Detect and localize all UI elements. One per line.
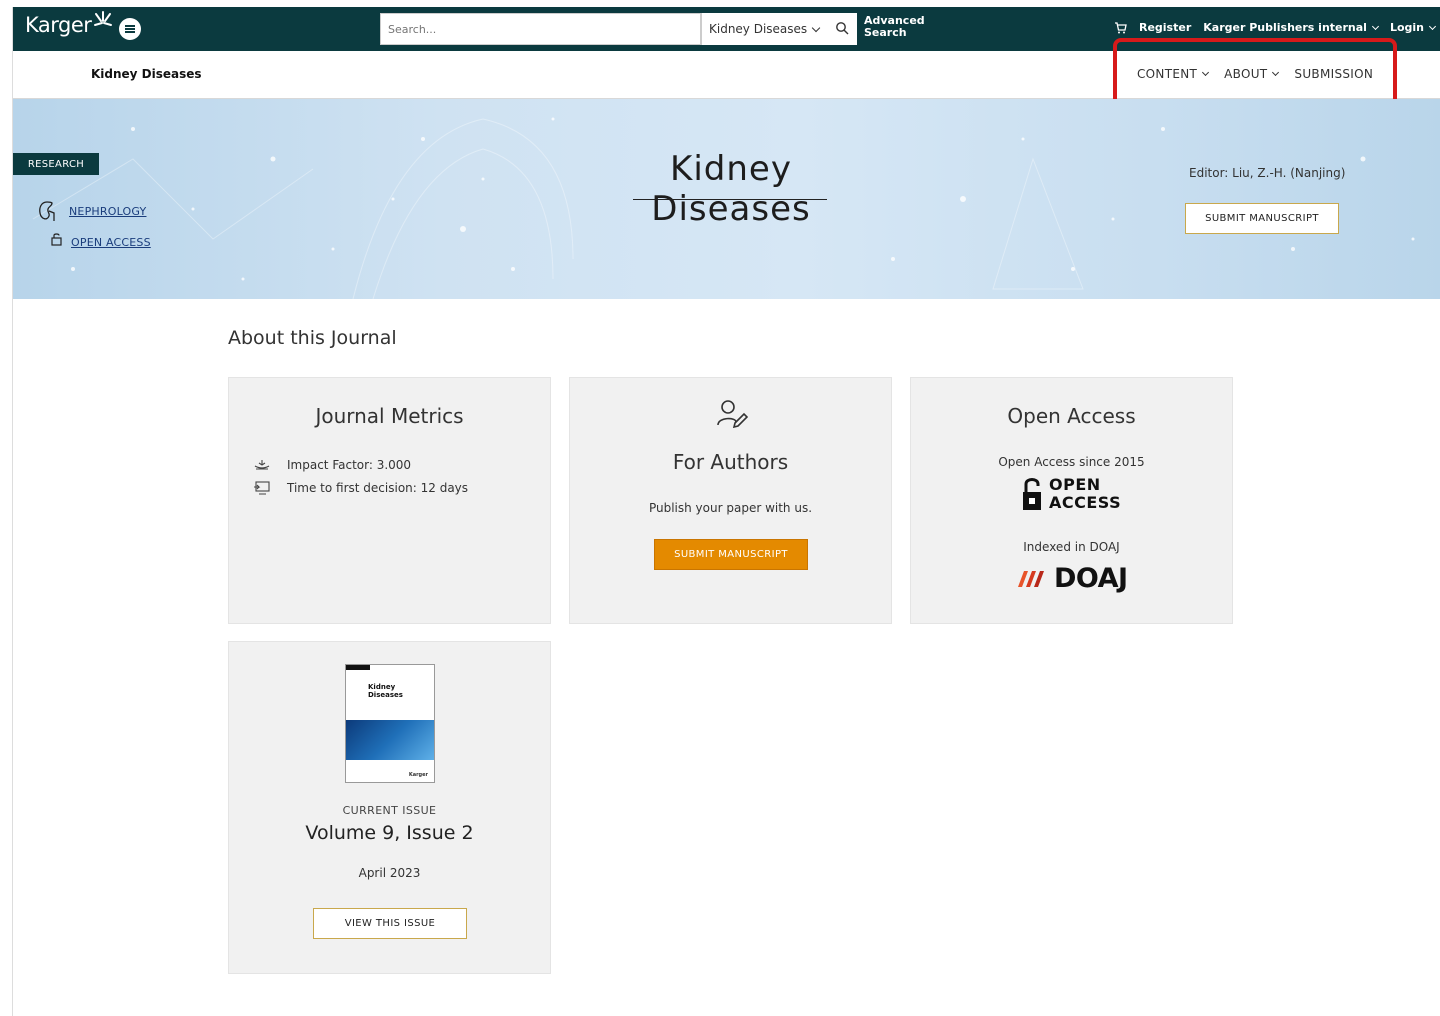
research-tag: RESEARCH bbox=[13, 153, 99, 175]
oa-logo-line1: OPEN bbox=[1049, 475, 1101, 494]
org-menu[interactable]: Karger Publishers internal bbox=[1203, 21, 1379, 34]
chevron-down-icon bbox=[1428, 22, 1437, 30]
open-access-title: Open Access bbox=[1007, 404, 1136, 428]
nav-content[interactable]: CONTENT bbox=[1137, 67, 1210, 81]
indexed-in-doaj: Indexed in DOAJ bbox=[1023, 540, 1120, 554]
open-access-card: Open Access Open Access since 2015 OPEN … bbox=[910, 377, 1233, 624]
advanced-search-line2: Search bbox=[864, 26, 907, 39]
doaj-text: DOAJ bbox=[1054, 563, 1128, 594]
for-authors-title: For Authors bbox=[672, 450, 789, 474]
search-scope-select[interactable]: Kidney Diseases bbox=[701, 13, 857, 45]
journal-metrics-title: Journal Metrics bbox=[315, 404, 464, 428]
org-label: Karger Publishers internal bbox=[1203, 21, 1367, 34]
hero-submit-manuscript-button[interactable]: SUBMIT MANUSCRIPT bbox=[1185, 203, 1339, 234]
current-issue-volume: Volume 9, Issue 2 bbox=[305, 822, 474, 844]
open-access-since: Open Access since 2015 bbox=[998, 455, 1145, 469]
nav-submission-label: SUBMISSION bbox=[1294, 67, 1374, 81]
chevron-down-icon bbox=[1371, 22, 1379, 30]
hero-title-underline bbox=[633, 199, 827, 200]
time-to-decision-row: Time to first decision: 12 days bbox=[253, 481, 468, 495]
open-lock-icon bbox=[1023, 478, 1041, 510]
kidney-icon bbox=[39, 201, 55, 221]
nephrology-link[interactable]: NEPHROLOGY bbox=[69, 205, 146, 218]
current-issue-label: CURRENT ISSUE bbox=[342, 804, 437, 817]
chevron-down-icon bbox=[1272, 68, 1280, 77]
cover-brand: Karger bbox=[408, 772, 428, 778]
open-access-logo: OPEN ACCESS bbox=[1021, 476, 1121, 512]
journal-name[interactable]: Kidney Diseases bbox=[91, 67, 202, 81]
for-authors-text: Publish your paper with us. bbox=[648, 501, 813, 515]
current-issue-card: Kidney Diseases Karger CURRENT ISSUE Vol… bbox=[228, 641, 551, 974]
search-scope-label: Kidney Diseases bbox=[709, 22, 808, 36]
page: Karger Kidney Diseases Advanced Search bbox=[12, 7, 1440, 1016]
cover-title-line1: Kidney bbox=[368, 683, 396, 691]
hamburger-icon bbox=[125, 25, 135, 33]
open-access-link[interactable]: OPEN ACCESS bbox=[71, 236, 151, 249]
register-link[interactable]: Register bbox=[1139, 21, 1191, 34]
section-title: About this Journal bbox=[228, 327, 397, 349]
unlock-icon bbox=[51, 233, 62, 246]
decision-time-icon bbox=[254, 481, 270, 495]
karger-logo-mark-icon bbox=[94, 11, 112, 26]
search-input[interactable] bbox=[380, 13, 701, 45]
hero-title: Kidney Diseases bbox=[651, 149, 811, 229]
impact-factor-icon bbox=[254, 460, 270, 470]
login-label: Login bbox=[1389, 21, 1424, 34]
login-menu[interactable]: Login bbox=[1389, 21, 1437, 34]
advanced-search-link[interactable]: Advanced Search bbox=[864, 15, 925, 39]
search-icon[interactable] bbox=[835, 21, 849, 35]
karger-logo[interactable]: Karger bbox=[25, 13, 92, 37]
doaj-logo: DOAJ bbox=[1016, 563, 1128, 594]
impact-factor-text: Impact Factor: 3.000 bbox=[287, 458, 412, 472]
doaj-mark-icon bbox=[1018, 570, 1044, 587]
open-access-logo-text: OPEN ACCESS bbox=[1049, 476, 1121, 512]
cover-title-line2: Diseases bbox=[368, 691, 403, 699]
journal-metrics-card: Journal Metrics Impact Factor: 3.000 Tim… bbox=[228, 377, 551, 624]
journal-nav-links: CONTENT ABOUT SUBMISSION bbox=[1137, 67, 1373, 81]
oa-logo-line2: ACCESS bbox=[1049, 493, 1122, 512]
chevron-down-icon bbox=[1202, 68, 1210, 77]
cover-illustration bbox=[346, 720, 434, 760]
author-edit-icon bbox=[717, 400, 748, 428]
issue-cover-image[interactable]: Kidney Diseases Karger bbox=[345, 664, 435, 783]
cart-link[interactable] bbox=[1114, 21, 1127, 34]
nav-about-label: ABOUT bbox=[1224, 67, 1268, 81]
journal-nav: Kidney Diseases CONTENT ABOUT SUBMISSION bbox=[13, 51, 1440, 99]
editor-info: Editor: Liu, Z.-H. (Nanjing) bbox=[1189, 166, 1346, 180]
current-issue-date: April 2023 bbox=[358, 866, 421, 880]
nav-submission[interactable]: SUBMISSION bbox=[1294, 67, 1373, 81]
cart-icon bbox=[1114, 21, 1127, 33]
logo-text: Karger bbox=[25, 13, 92, 37]
account-area: Register Karger Publishers internal Logi… bbox=[1114, 21, 1437, 34]
impact-factor-row: Impact Factor: 3.000 bbox=[253, 458, 411, 472]
menu-button[interactable] bbox=[119, 18, 141, 40]
hero-banner: RESEARCH NEPHROLOGY OPEN ACCESS Kidney D… bbox=[13, 99, 1440, 299]
cover-topbar bbox=[346, 665, 370, 670]
nav-content-label: CONTENT bbox=[1137, 67, 1198, 81]
nav-about[interactable]: ABOUT bbox=[1224, 67, 1280, 81]
time-to-decision-text: Time to first decision: 12 days bbox=[287, 481, 469, 495]
register-label: Register bbox=[1138, 21, 1192, 34]
chevron-down-icon bbox=[811, 23, 821, 32]
for-authors-card: For Authors Publish your paper with us. … bbox=[569, 377, 892, 624]
top-bar: Karger Kidney Diseases Advanced Search bbox=[13, 7, 1440, 51]
view-this-issue-button[interactable]: VIEW THIS ISSUE bbox=[313, 908, 467, 939]
cover-title: Kidney Diseases bbox=[368, 683, 403, 699]
submit-manuscript-button[interactable]: SUBMIT MANUSCRIPT bbox=[654, 539, 808, 570]
